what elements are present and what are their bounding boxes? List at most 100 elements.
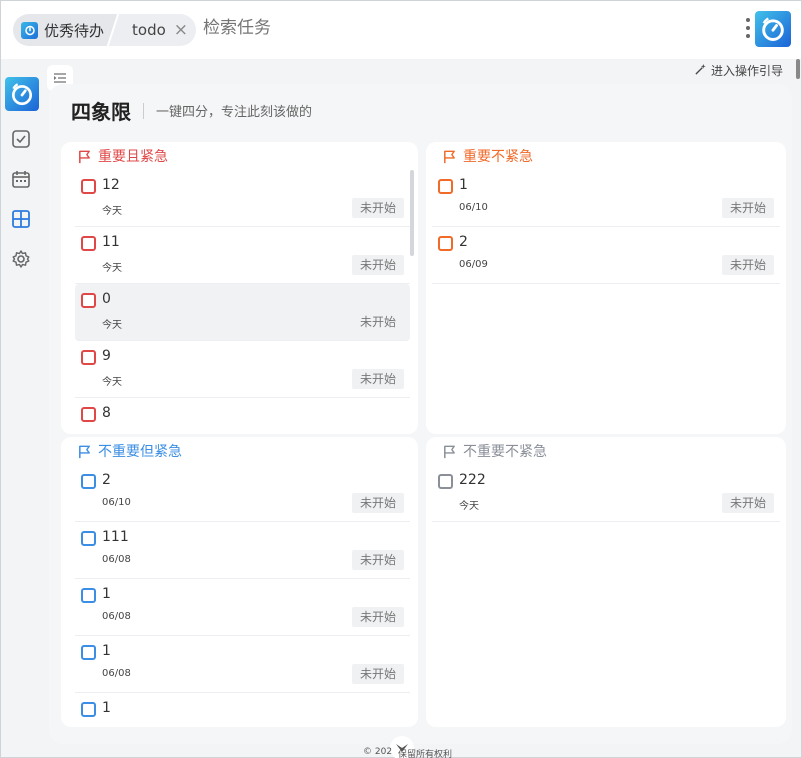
search-input[interactable] — [203, 18, 403, 38]
tab-todo-label: todo — [132, 21, 166, 39]
quadrant-grid-icon[interactable] — [10, 208, 32, 230]
task-checkbox[interactable] — [81, 179, 96, 194]
task-name: 9 — [102, 348, 111, 364]
page-header: 四象限 一键四分，专注此刻该做的 — [71, 96, 312, 125]
task-date: 06/08 — [102, 554, 131, 565]
task-item[interactable]: 1 06/08 未开始 — [75, 579, 410, 636]
task-checkbox[interactable] — [438, 236, 453, 251]
footer: © 202 保留所有权利 — [363, 747, 452, 758]
task-checkbox[interactable] — [81, 645, 96, 660]
tab-group: 优秀待办 todo × — [13, 14, 197, 46]
title-divider — [143, 102, 144, 119]
page-scrollbar[interactable] — [796, 59, 800, 79]
quadrant-title: 重要不紧急 — [442, 146, 533, 166]
quadrant-title: 不重要但紧急 — [77, 441, 182, 461]
status-badge: 未开始 — [351, 198, 404, 218]
task-date: 06/08 — [102, 611, 131, 622]
quadrant-urgent-not-important: 不重要但紧急 2 06/10 未开始 111 06/08 未开始 1 06/08 未开始 1 06/0… — [61, 437, 418, 727]
task-date: 今天 — [102, 206, 122, 217]
task-checkbox[interactable] — [81, 702, 96, 717]
sidebar — [1, 59, 43, 757]
task-name: 1 — [102, 643, 111, 659]
task-date: 06/09 — [459, 259, 488, 270]
status-badge: 未开始 — [351, 255, 404, 275]
task-date: 06/10 — [102, 497, 131, 508]
quadrant-title-label: 重要且紧急 — [98, 149, 168, 165]
more-vertical-icon[interactable] — [745, 18, 751, 38]
task-name: 0 — [102, 291, 111, 307]
calendar-icon[interactable] — [10, 168, 32, 190]
quadrant-title-label: 重要不紧急 — [463, 149, 533, 165]
status-badge: 未开始 — [351, 550, 404, 570]
task-date: 今天 — [102, 263, 122, 274]
status-badge: 未开始 — [351, 369, 404, 389]
task-name: 2 — [459, 234, 468, 250]
task-checkbox[interactable] — [81, 531, 96, 546]
guide-link[interactable]: 进入操作引导 — [694, 62, 783, 79]
task-list: 1 06/10 未开始 2 06/09 未开始 — [432, 170, 780, 434]
task-item[interactable]: 9 今天 未开始 — [75, 341, 410, 398]
task-checkbox[interactable] — [81, 407, 96, 422]
magic-wand-icon — [694, 63, 707, 79]
status-badge: 未开始 — [721, 255, 774, 275]
task-name: 1 — [102, 586, 111, 602]
status-badge: 未开始 — [351, 607, 404, 627]
task-checkbox[interactable] — [81, 236, 96, 251]
task-checkbox[interactable] — [81, 588, 96, 603]
checkbox-icon[interactable] — [10, 128, 32, 150]
task-item[interactable]: 1 — [75, 693, 410, 727]
task-date: 06/10 — [459, 202, 488, 213]
tab-app[interactable]: 优秀待办 — [13, 14, 119, 46]
task-item[interactable]: 11 今天 未开始 — [75, 227, 410, 284]
quadrant-urgent-important: 重要且紧急 12 今天 未开始 11 今天 未开始 0 今天 未开始 9 今天 未开始 8 — [61, 142, 418, 434]
task-checkbox[interactable] — [81, 474, 96, 489]
quadrant-scrollbar[interactable] — [410, 170, 414, 256]
task-name: 1 — [102, 700, 111, 716]
task-item[interactable]: 222 今天 未开始 — [432, 465, 780, 522]
task-name: 12 — [102, 177, 120, 193]
flag-icon — [79, 150, 90, 163]
top-bar: 优秀待办 todo × — [1, 1, 801, 59]
status-badge: 未开始 — [721, 198, 774, 218]
task-list: 12 今天 未开始 11 今天 未开始 0 今天 未开始 9 今天 未开始 8 — [75, 170, 410, 434]
status-badge: 未开始 — [351, 664, 404, 684]
tab-todo[interactable]: todo × — [118, 14, 197, 46]
task-item[interactable]: 2 06/09 未开始 — [432, 227, 780, 284]
page-subtitle: 一键四分，专注此刻该做的 — [156, 105, 313, 120]
quadrant-important-not-urgent: 重要不紧急 1 06/10 未开始 2 06/09 未开始 — [426, 142, 786, 434]
task-name: 2 — [102, 472, 111, 488]
settings-gear-icon[interactable] — [10, 248, 32, 270]
task-item[interactable]: 2 06/10 未开始 — [75, 465, 410, 522]
quadrant-title-label: 不重要不紧急 — [463, 444, 547, 460]
task-item[interactable]: 12 今天 未开始 — [75, 170, 410, 227]
task-date: 06/08 — [102, 668, 131, 679]
main-panel: 四象限 一键四分，专注此刻该做的 重要且紧急 12 今天 未开始 11 今天 未开始 0 今天未… — [49, 84, 792, 744]
quadrant-title: 重要且紧急 — [77, 146, 168, 166]
task-checkbox[interactable] — [438, 474, 453, 489]
flag-icon — [79, 445, 90, 458]
task-date: 今天 — [102, 377, 122, 388]
flag-icon — [444, 150, 455, 163]
task-date: 今天 — [459, 501, 479, 512]
task-item[interactable]: 0 今天 未开始 — [75, 284, 410, 341]
quadrant-title: 不重要不紧急 — [442, 441, 547, 461]
page-title: 四象限 — [71, 100, 131, 124]
task-checkbox[interactable] — [438, 179, 453, 194]
task-checkbox[interactable] — [81, 350, 96, 365]
quadrant-title-label: 不重要但紧急 — [98, 444, 182, 460]
timer-logo-icon[interactable] — [755, 11, 791, 47]
quadrant-neither: 不重要不紧急 222 今天 未开始 — [426, 437, 786, 727]
task-name: 111 — [102, 529, 129, 545]
timer-logo-icon[interactable] — [5, 77, 39, 111]
task-item[interactable]: 1 06/10 未开始 — [432, 170, 780, 227]
task-item[interactable]: 1 06/08 未开始 — [75, 636, 410, 693]
task-name: 8 — [102, 405, 111, 421]
close-icon[interactable]: × — [174, 21, 188, 39]
task-list: 2 06/10 未开始 111 06/08 未开始 1 06/08 未开始 1 06/08 未开始 1 — [75, 465, 410, 727]
task-name: 11 — [102, 234, 120, 250]
footer-copyright: © 202 — [363, 747, 393, 757]
task-item[interactable]: 8 — [75, 398, 410, 434]
status-badge: 未开始 — [721, 493, 774, 513]
task-item[interactable]: 111 06/08 未开始 — [75, 522, 410, 579]
task-checkbox[interactable] — [81, 293, 96, 308]
